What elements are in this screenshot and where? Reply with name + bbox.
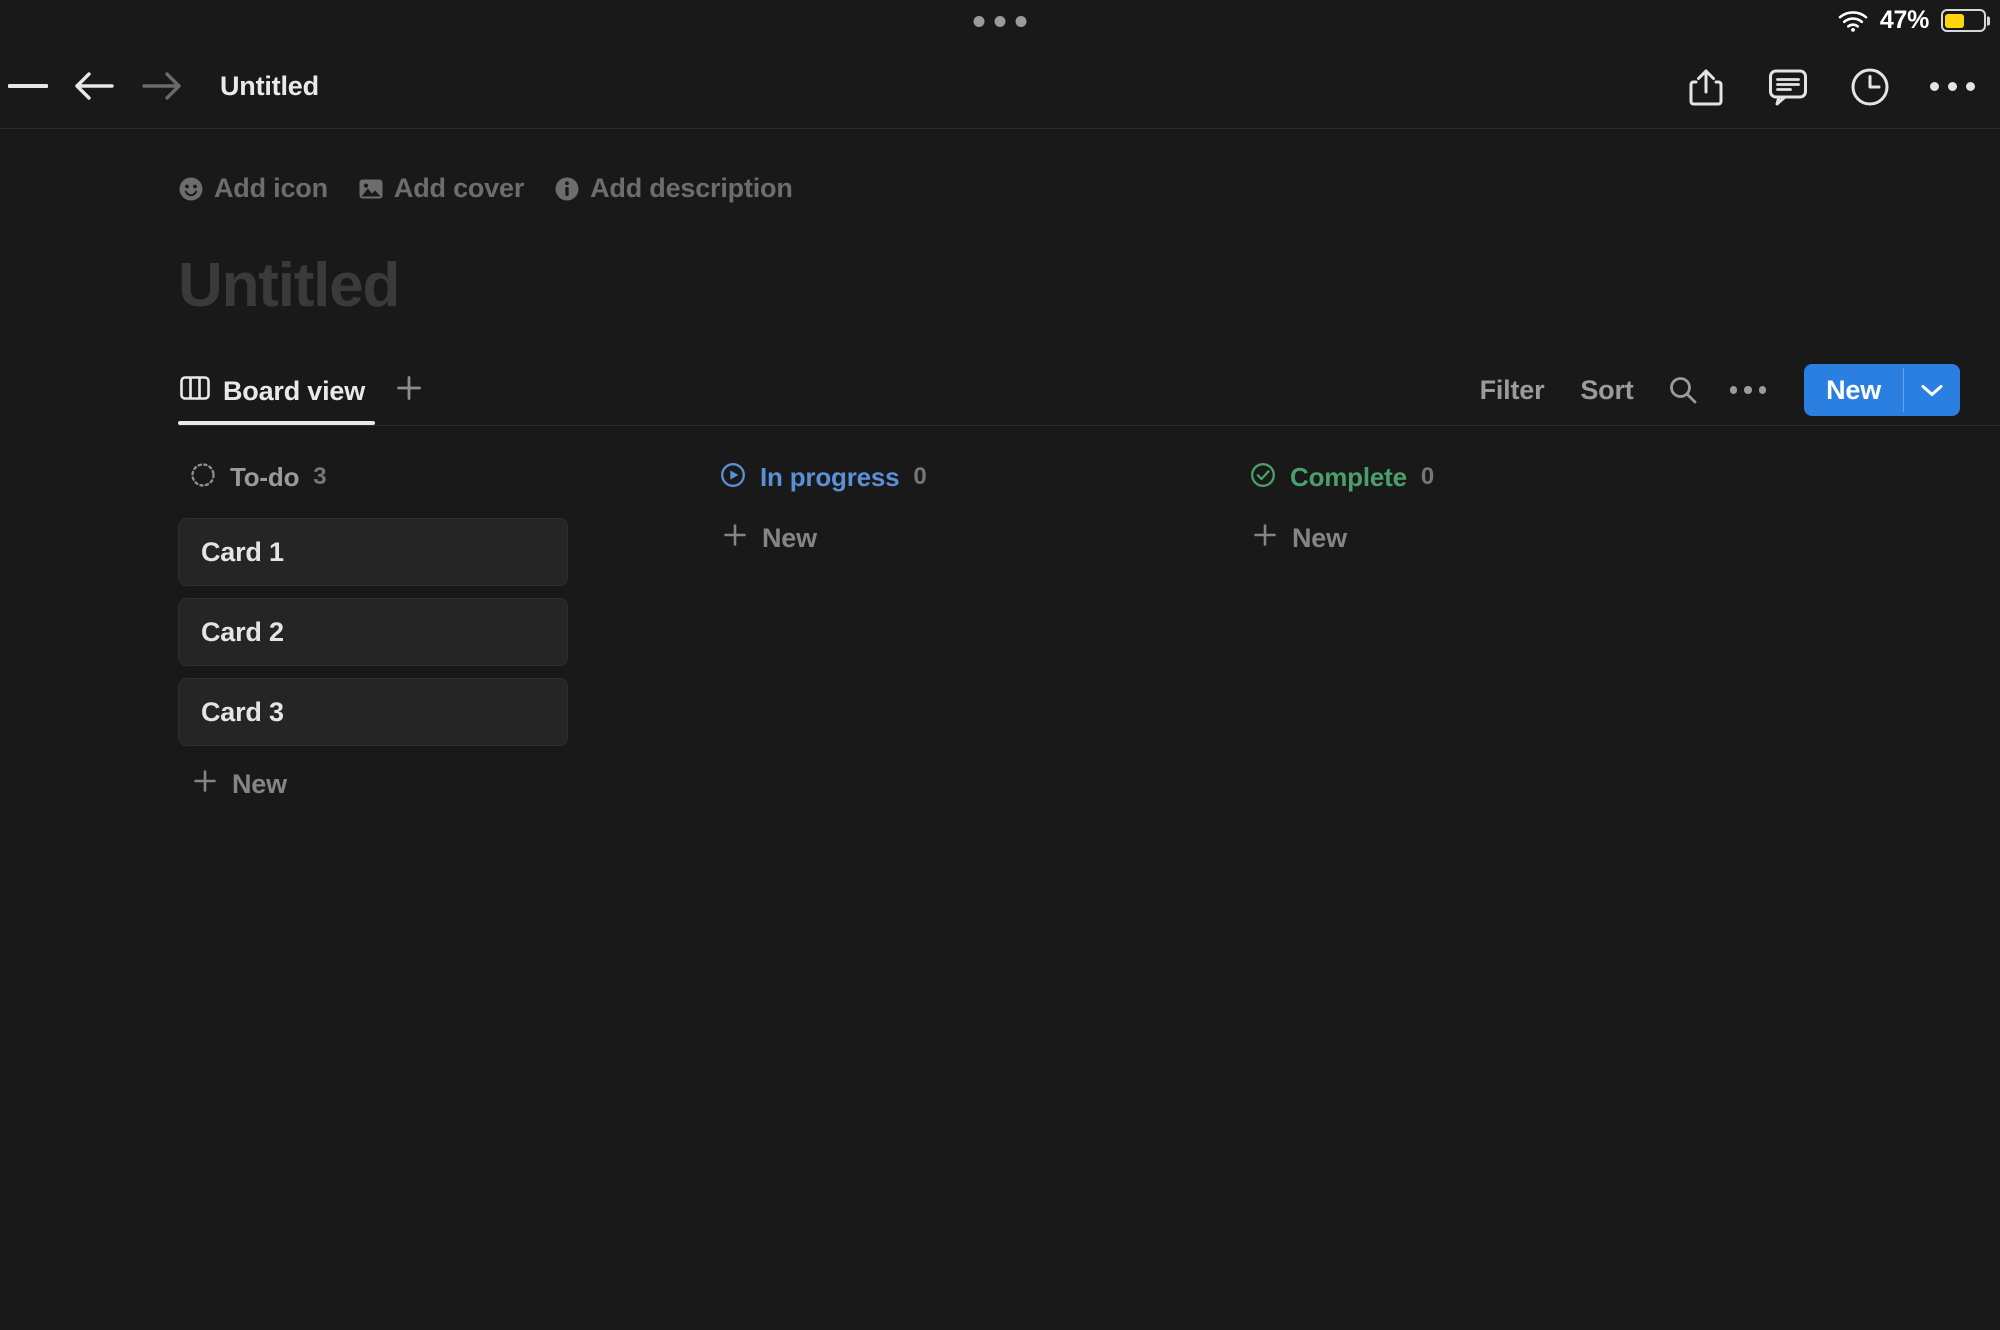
sort-button[interactable]: Sort bbox=[1562, 369, 1651, 412]
view-more-icon[interactable] bbox=[1714, 380, 1783, 400]
board: To-do 3 Card 1 Card 2 Card 3 New In prog… bbox=[178, 456, 1960, 801]
nav-left-group: Untitled bbox=[0, 56, 319, 116]
share-icon[interactable] bbox=[1680, 61, 1732, 113]
check-circle-icon bbox=[1250, 462, 1276, 493]
clock-history-icon[interactable] bbox=[1844, 61, 1896, 113]
card-title: Card 2 bbox=[201, 616, 284, 647]
plus-icon bbox=[722, 522, 748, 555]
play-circle-icon bbox=[720, 462, 746, 493]
more-dot bbox=[1947, 82, 1957, 91]
plus-icon bbox=[1252, 522, 1278, 555]
board-card[interactable]: Card 2 bbox=[178, 598, 568, 667]
board-card[interactable]: Card 3 bbox=[178, 678, 568, 747]
plus-icon bbox=[192, 768, 218, 801]
add-view-button[interactable] bbox=[381, 374, 433, 426]
arrow-right-icon[interactable] bbox=[128, 56, 196, 116]
status-bar-right: 47% bbox=[1838, 8, 1986, 33]
hamburger-menu-icon[interactable] bbox=[0, 56, 60, 116]
battery-icon bbox=[1941, 9, 1986, 32]
add-icon-button[interactable]: Add icon bbox=[178, 173, 344, 204]
handle-dot bbox=[973, 16, 985, 27]
plus-icon bbox=[395, 374, 423, 407]
chevron-down-icon[interactable] bbox=[1904, 364, 1960, 416]
battery-fill bbox=[1945, 13, 1964, 28]
card-title: Card 3 bbox=[201, 696, 284, 727]
more-horizontal-icon[interactable] bbox=[1926, 61, 1978, 113]
column-new-card-button[interactable]: New bbox=[1238, 522, 1768, 555]
add-cover-button[interactable]: Add cover bbox=[358, 173, 540, 204]
status-bar: 47% bbox=[0, 0, 2000, 44]
column-new-card-button[interactable]: New bbox=[708, 522, 1238, 555]
card-title: Card 1 bbox=[201, 536, 284, 567]
column-header[interactable]: Complete 0 bbox=[1238, 456, 1768, 498]
search-icon[interactable] bbox=[1652, 369, 1714, 411]
multitask-handle-icon[interactable] bbox=[973, 16, 1027, 27]
view-actions: Filter Sort New bbox=[1462, 364, 1960, 426]
column-header[interactable]: In progress 0 bbox=[708, 456, 1238, 498]
handle-dot bbox=[1015, 16, 1027, 27]
column-name: Complete bbox=[1290, 461, 1407, 492]
more-dot bbox=[1729, 386, 1738, 394]
battery-percent-label: 47% bbox=[1879, 6, 1929, 34]
filter-button[interactable]: Filter bbox=[1462, 369, 1563, 412]
board-view-icon bbox=[180, 375, 210, 408]
tab-board-view[interactable]: Board view bbox=[178, 375, 381, 426]
more-dot bbox=[1965, 82, 1975, 91]
board-column-in-progress: In progress 0 New bbox=[708, 456, 1238, 801]
new-button[interactable]: New bbox=[1804, 364, 1903, 416]
navigation-bar: Untitled bbox=[0, 44, 2000, 129]
more-dot bbox=[1929, 82, 1939, 91]
more-dot bbox=[1758, 386, 1767, 394]
column-count: 3 bbox=[313, 463, 327, 491]
column-name: In progress bbox=[760, 461, 900, 492]
column-name: To-do bbox=[230, 461, 300, 492]
board-column-to-do: To-do 3 Card 1 Card 2 Card 3 New bbox=[178, 456, 708, 801]
add-icon-label: Add icon bbox=[214, 173, 328, 203]
page-title-breadcrumb[interactable]: Untitled bbox=[220, 71, 319, 102]
comment-icon[interactable] bbox=[1762, 61, 1814, 113]
handle-dot bbox=[994, 16, 1006, 27]
add-description-button[interactable]: Add description bbox=[554, 173, 809, 204]
tab-board-view-label: Board view bbox=[223, 376, 366, 407]
column-new-card-label: New bbox=[232, 769, 287, 800]
column-cards: Card 1 Card 2 Card 3 bbox=[178, 518, 708, 747]
column-new-card-label: New bbox=[762, 523, 817, 554]
dotted-circle-icon bbox=[190, 462, 216, 493]
view-tabs: Board view bbox=[178, 374, 433, 426]
smiley-face-icon bbox=[178, 176, 204, 202]
column-new-card-label: New bbox=[1292, 523, 1347, 554]
info-circle-icon bbox=[554, 176, 580, 202]
wifi-icon bbox=[1838, 10, 1868, 32]
page-meta-actions: Add icon Add cover Add description bbox=[178, 129, 1960, 204]
column-count: 0 bbox=[913, 463, 927, 491]
add-description-label: Add description bbox=[590, 173, 793, 203]
column-new-card-button[interactable]: New bbox=[178, 768, 708, 801]
image-icon bbox=[358, 176, 384, 202]
column-header[interactable]: To-do 3 bbox=[178, 456, 708, 498]
add-cover-label: Add cover bbox=[393, 173, 525, 203]
more-dot bbox=[1744, 386, 1752, 394]
new-button-group[interactable]: New bbox=[1804, 364, 1960, 417]
page-content: Add icon Add cover Add description Untit… bbox=[0, 129, 2000, 801]
page-title[interactable]: Untitled bbox=[178, 251, 1960, 320]
arrow-left-icon[interactable] bbox=[60, 56, 128, 116]
board-column-complete: Complete 0 New bbox=[1238, 456, 1768, 801]
nav-right-group bbox=[1680, 44, 1978, 129]
board-card[interactable]: Card 1 bbox=[178, 518, 568, 587]
view-bar: Board view Filter Sort New bbox=[178, 362, 2000, 427]
column-count: 0 bbox=[1420, 463, 1435, 491]
